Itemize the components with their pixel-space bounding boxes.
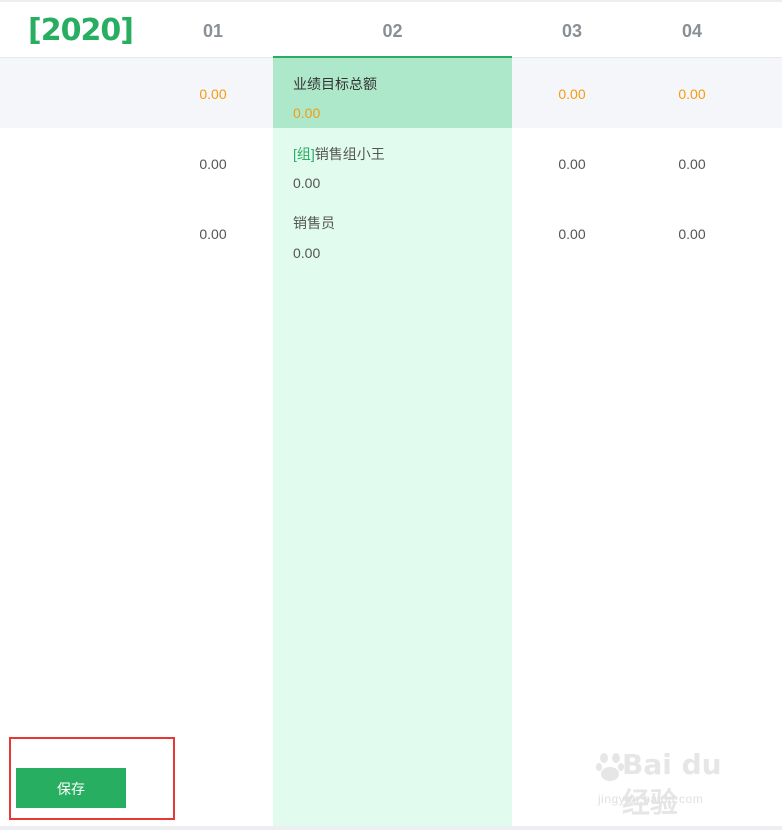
group-value-04[interactable]: 0.00 <box>662 154 722 174</box>
group-value-03[interactable]: 0.00 <box>542 154 602 174</box>
salesperson-value-03[interactable]: 0.00 <box>542 224 602 244</box>
group-name: 销售组小王 <box>314 146 385 162</box>
bottom-border <box>0 826 782 830</box>
total-value-02[interactable]: 0.00 <box>293 103 320 123</box>
column-header-03[interactable]: 03 <box>542 20 602 42</box>
watermark: Bai du 经验 jingyan.baidu.com <box>596 746 746 819</box>
total-value-03[interactable]: 0.00 <box>542 84 602 104</box>
watermark-brand: Bai du 经验 <box>622 748 722 819</box>
top-border <box>0 0 782 2</box>
column-header-01[interactable]: 01 <box>183 20 243 42</box>
total-value-04[interactable]: 0.00 <box>662 84 722 104</box>
watermark-url: jingyan.baidu.com <box>598 792 704 806</box>
column-header-02[interactable]: 02 <box>273 20 512 42</box>
salesperson-value-02[interactable]: 0.00 <box>293 243 320 263</box>
selected-column-indicator <box>273 56 512 58</box>
salesperson-value-01[interactable]: 0.00 <box>183 224 243 244</box>
paw-icon <box>596 753 624 781</box>
salesperson-value-04[interactable]: 0.00 <box>662 224 722 244</box>
salesperson-label: 销售员 <box>293 215 335 231</box>
column-header-04[interactable]: 04 <box>662 20 722 42</box>
group-value-02[interactable]: 0.00 <box>293 173 320 193</box>
year-label[interactable]: [2020] <box>28 14 134 48</box>
group-value-01[interactable]: 0.00 <box>183 154 243 174</box>
group-label: [组]销售组小王 <box>293 144 385 164</box>
save-button[interactable]: 保存 <box>16 768 126 808</box>
total-label: 业绩目标总额 <box>293 76 377 92</box>
total-value-01[interactable]: 0.00 <box>183 84 243 104</box>
group-tag: [组] <box>293 146 315 162</box>
